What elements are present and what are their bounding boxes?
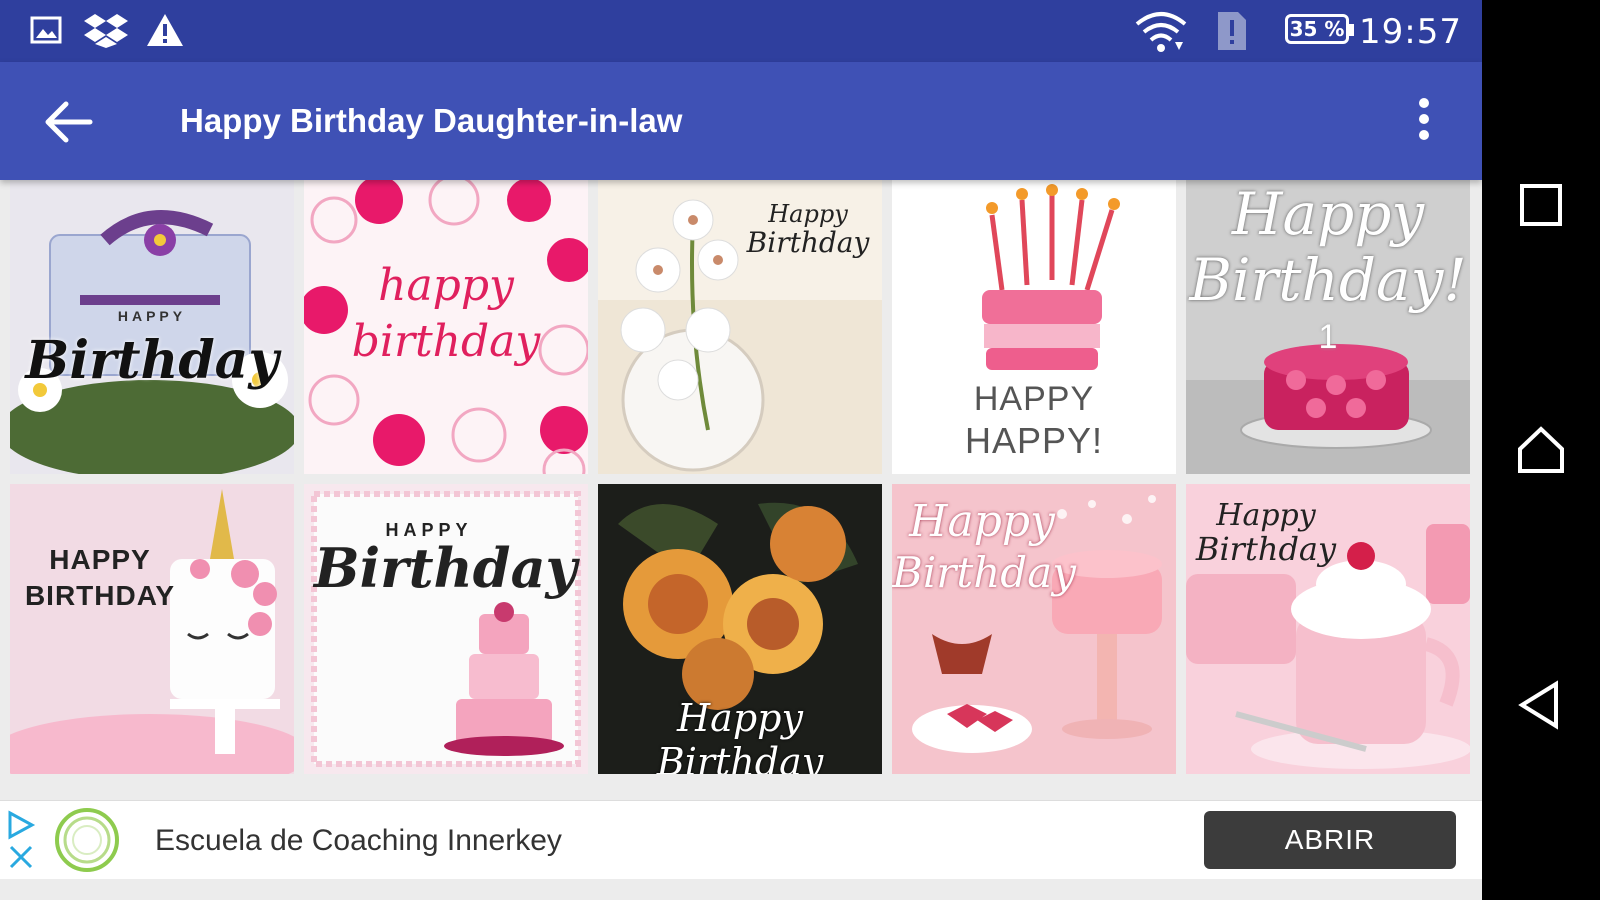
card-tiered-cake-image [304,484,588,774]
card-cupcake-image [1186,484,1470,774]
nav-back-button[interactable] [1516,680,1566,730]
card-gift-birthday[interactable]: HAPPY Birthday [10,180,294,474]
status-bar: 35 % 19:57 [0,0,1482,62]
card-tiered-cake[interactable]: HAPPY Birthday [304,484,588,774]
clock: 19:57 [1359,12,1462,52]
card-white-orchids[interactable]: Happy Birthday [598,180,882,474]
card-pink-flowers[interactable]: happy birthday [304,180,588,474]
card-rose-cake-image [1186,180,1470,474]
card-grid: HAPPY Birthday happy birthday Happy Birt… [10,180,1472,774]
card-orchids-image [598,180,882,474]
page-title: Happy Birthday Daughter-in-law [180,102,683,139]
app-bar: Happy Birthday Daughter-in-law [0,62,1482,180]
more-vert-icon [1410,98,1438,140]
ad-choices-icon[interactable] [6,807,36,873]
card-gift-image [10,180,294,474]
card-desserts-image [892,484,1176,774]
card-roses-image [598,484,882,774]
card-rose-cake[interactable]: Happy Birthday! 1 [1186,180,1470,474]
overflow-menu-button[interactable] [1410,92,1438,150]
ad-open-button[interactable]: ABRIR [1204,811,1456,869]
card-flowers-image [304,180,588,474]
sim-alert-icon [1218,12,1246,50]
back-button[interactable] [42,98,98,146]
ad-advertiser-name: Escuela de Coaching Innerkey [155,824,562,857]
dropbox-icon [84,14,128,48]
battery-indicator: 35 % [1285,14,1354,44]
card-orange-roses[interactable]: Happy Birthday [598,484,882,774]
wifi-icon [1135,12,1187,52]
arrow-back-icon [45,101,93,143]
back-icon [1518,680,1558,730]
image-icon [30,16,62,44]
card-cake-image [892,180,1176,474]
recents-button[interactable] [1516,180,1566,230]
navigation-bar [1482,0,1600,900]
home-icon [1518,426,1564,473]
card-pink-desserts[interactable]: Happy Birthday [892,484,1176,774]
card-unicorn-image [10,484,294,774]
ad-banner[interactable]: Escuela de Coaching Innerkey ABRIR [0,800,1482,879]
card-pink-cupcake[interactable]: Happy Birthday [1186,484,1470,774]
recents-icon [1520,184,1562,226]
home-button[interactable] [1516,425,1566,475]
advertiser-logo [55,808,119,872]
card-unicorn-cake[interactable]: HAPPY BIRTHDAY [10,484,294,774]
warning-icon [147,14,183,46]
card-watercolor-cake[interactable]: HAPPY HAPPY! [892,180,1176,474]
